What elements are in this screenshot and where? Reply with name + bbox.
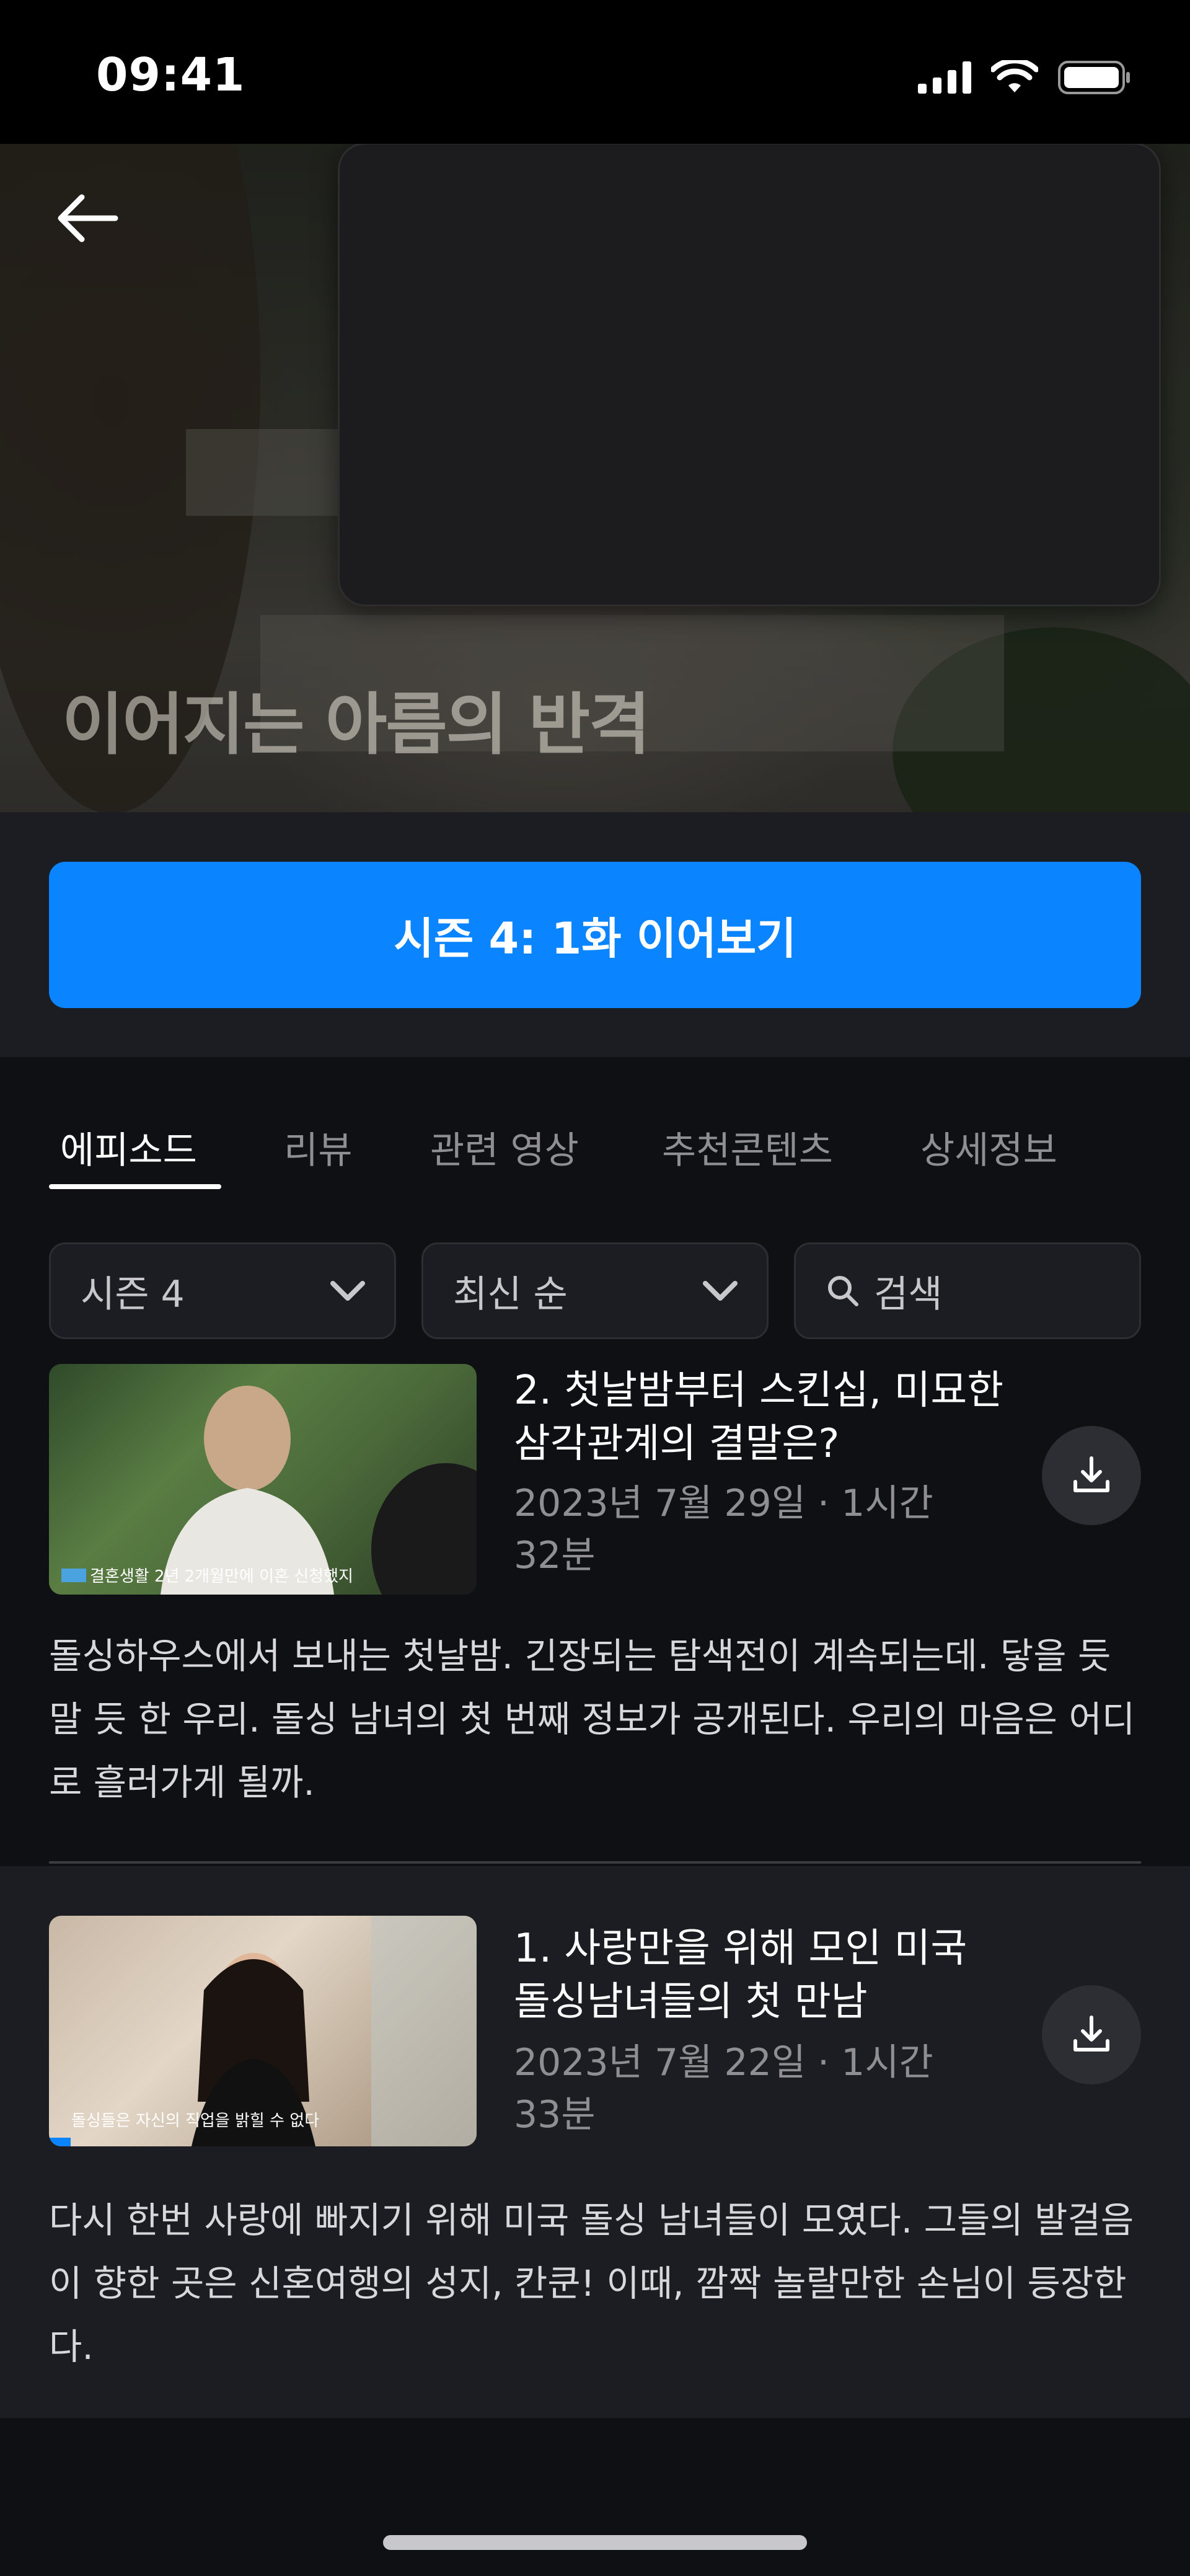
watch-progress-bar [49,2138,71,2146]
episode-description: 돌싱하우스에서 보내는 첫날밤. 긴장되는 탐색전이 계속되는데. 닿을 듯 말… [49,1635,1135,1804]
episode-meta: 2023년 7월 22일 · 1시간 33분 [514,2041,933,2136]
status-time: 09:41 [96,48,245,102]
download-icon [1073,2016,1109,2052]
search-placeholder: 검색 [874,1272,943,1316]
episode-title: 2. 첫날밤부터 스킨십, 미묘한 삼각관계의 결말은? [514,1368,1004,1467]
chevron-down-icon [703,1281,738,1301]
tab-episodes[interactable]: 에피소드 [60,1097,197,1197]
episode-thumbnail[interactable]: 결혼생활 2년 2개월만에 이혼 신청했지 [49,1364,477,1595]
thumbnail-image [61,1386,477,1595]
battery-icon [1058,61,1130,94]
thumbnail-caption: 결혼생활 2년 2개월만에 이혼 신청했지 [90,1567,353,1586]
tab-reviews[interactable]: 리뷰 [284,1097,352,1197]
tab-recommended[interactable]: 추천콘텐츠 [662,1097,833,1197]
content-tabs: 에피소드 리뷰 관련 영상 추천콘텐츠 상세정보 [0,1097,1190,1197]
episode-description: 다시 한번 사랑에 빠지기 위해 미국 돌싱 남녀들이 모였다. 그들의 발걸음… [49,2199,1134,2368]
episode-divider [49,1861,1141,1864]
status-bar: 09:41 [0,0,1190,144]
download-button[interactable] [1042,1426,1141,1525]
continue-watching-button[interactable]: 시즌 4: 1화 이어보기 [49,862,1141,1008]
episode-item[interactable]: 돌싱들은 자신의 직업을 밝힐 수 없다 1. 사랑만을 위해 모인 미국 돌싱… [0,1866,1190,2418]
video-player-frame[interactable] [338,144,1161,606]
hero-caption: 이어지는 아름의 반격 [62,686,650,764]
sort-dropdown-label: 최신 순 [453,1272,568,1316]
status-icons [918,56,1131,99]
episode-meta: 2023년 7월 29일 · 1시간 32분 [514,1482,933,1577]
season-dropdown-label: 시즌 4 [81,1272,185,1316]
arrow-left-icon [58,194,118,242]
episode-search-input[interactable]: 검색 [794,1242,1141,1339]
active-tab-indicator [49,1184,221,1189]
episode-thumbnail[interactable]: 돌싱들은 자신의 직업을 밝힐 수 없다 [49,1916,477,2146]
continue-watching-area: 시즌 4: 1화 이어보기 [0,812,1190,1057]
home-indicator[interactable] [383,2535,807,2550]
chevron-down-icon [330,1281,365,1301]
wifi-icon [991,60,1038,92]
download-button[interactable] [1042,1985,1141,2084]
episode-title: 1. 사랑만을 위해 모인 미국 돌싱남녀들의 첫 만남 [514,1926,967,2025]
episode-item[interactable]: 결혼생활 2년 2개월만에 이혼 신청했지 2. 첫날밤부터 스킨십, 미묘한 … [0,1364,1190,1860]
sort-dropdown[interactable]: 최신 순 [421,1242,769,1339]
hero-video[interactable]: 이어지는 아름의 반격 [0,144,1190,812]
download-icon [1073,1456,1109,1492]
tab-details[interactable]: 상세정보 [920,1097,1057,1197]
search-icon [828,1276,858,1306]
season-dropdown[interactable]: 시즌 4 [49,1242,396,1339]
back-button[interactable] [43,181,130,255]
tab-related-videos[interactable]: 관련 영상 [430,1097,579,1197]
thumbnail-caption: 돌싱들은 자신의 직업을 밝힐 수 없다 [71,2112,320,2130]
signal-icon [918,61,971,94]
